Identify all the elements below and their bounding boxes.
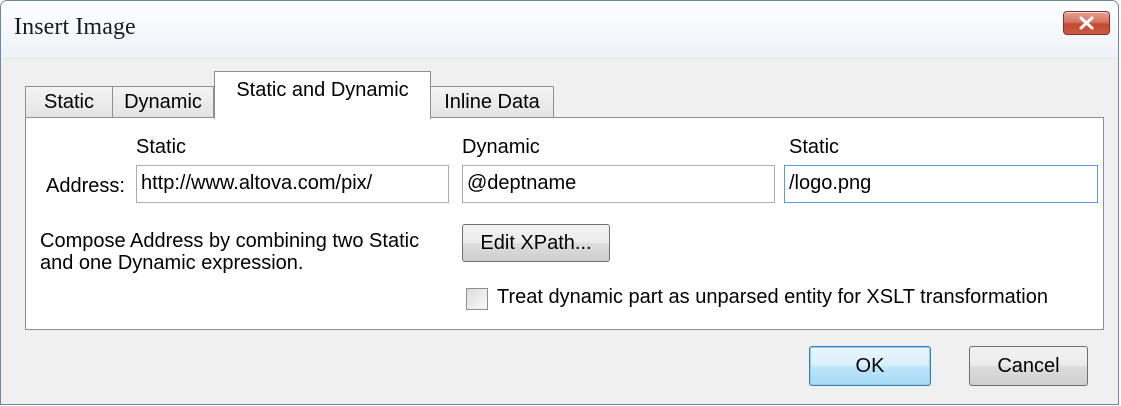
- edit-xpath-button[interactable]: Edit XPath...: [462, 224, 610, 262]
- cancel-button[interactable]: Cancel: [969, 346, 1088, 386]
- tab-label: Static: [43, 91, 95, 113]
- ok-button[interactable]: OK: [809, 346, 931, 386]
- tab-panel-static-and-dynamic: Static Dynamic Static Address: http://ww…: [25, 117, 1104, 330]
- static-prefix-header: Static: [136, 136, 187, 158]
- static-suffix-header: Static: [789, 136, 840, 158]
- dynamic-header: Dynamic: [462, 136, 540, 158]
- description-line-2: and one Dynamic expression.: [40, 252, 304, 274]
- tab-static[interactable]: Static: [25, 86, 113, 118]
- tab-label: Inline Data: [444, 91, 540, 113]
- tab-label: Dynamic: [124, 91, 202, 113]
- cancel-button-label: Cancel: [997, 355, 1060, 377]
- dialog-title: Insert Image: [14, 14, 136, 40]
- dynamic-expression-input[interactable]: @deptname: [462, 165, 775, 203]
- tab-label: Static and Dynamic: [236, 79, 409, 101]
- tab-inline-data[interactable]: Inline Data: [430, 86, 554, 118]
- unparsed-entity-checkbox[interactable]: [466, 288, 488, 310]
- edit-xpath-label: Edit XPath...: [480, 232, 592, 254]
- description-line-1: Compose Address by combining two Static: [40, 230, 420, 252]
- static-prefix-input[interactable]: http://www.altova.com/pix/: [136, 165, 449, 203]
- unparsed-entity-checkbox-label[interactable]: Treat dynamic part as unparsed entity fo…: [497, 286, 1048, 309]
- close-button[interactable]: [1063, 11, 1110, 35]
- address-label: Address:: [46, 175, 125, 197]
- title-bar[interactable]: Insert Image: [1, 1, 1118, 59]
- tab-dynamic[interactable]: Dynamic: [112, 86, 214, 118]
- insert-image-dialog: Insert Image Static Dynamic Static and D…: [0, 0, 1119, 405]
- ok-button-label: OK: [855, 355, 885, 377]
- tab-static-and-dynamic[interactable]: Static and Dynamic: [214, 71, 431, 119]
- close-x-icon: [1079, 16, 1094, 30]
- static-suffix-input[interactable]: /logo.png: [784, 165, 1098, 203]
